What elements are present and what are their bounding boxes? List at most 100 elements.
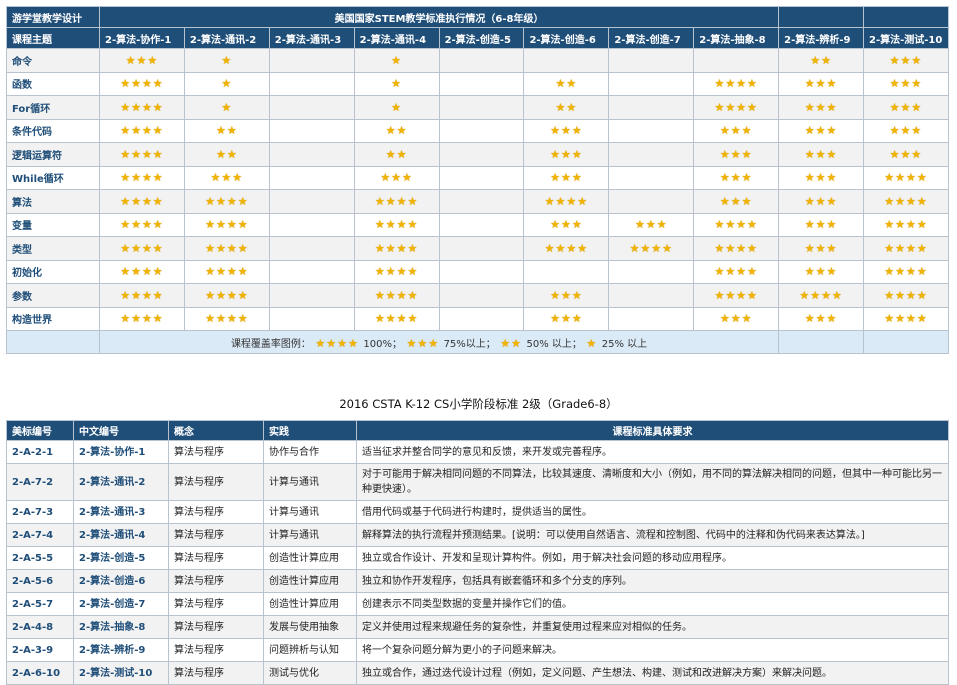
star-rating-icon: ★★★ xyxy=(550,218,583,232)
star-rating-icon: ★★★ xyxy=(804,218,838,232)
coverage-cell: ★★ xyxy=(353,142,440,167)
coverage-cell: ★★★★ xyxy=(523,236,610,261)
standards-column-header: 概念 xyxy=(168,420,264,441)
column-header: 2-算法-抽象-8 xyxy=(693,27,780,49)
star-rating-icon: ★★★ xyxy=(804,147,838,161)
coverage-cell: ★★★ xyxy=(778,212,865,237)
coverage-cell: ★★★ xyxy=(183,165,270,190)
coverage-cell: ★★★ xyxy=(523,142,610,167)
coverage-cell xyxy=(268,118,355,143)
coverage-cell: ★★★ xyxy=(99,48,185,73)
coverage-cell: ★★★ xyxy=(778,71,865,96)
star-rating-icon: ★★★★ xyxy=(374,288,419,302)
star-rating-icon: ★ xyxy=(391,53,403,67)
standard-practice: 创造性计算应用 xyxy=(263,592,357,616)
topic-row: 函数 ★★★★ ★ ★ ★★ ★★★★ ★★★ ★★★ xyxy=(6,71,949,96)
standards-column-header: 美标编号 xyxy=(6,420,74,441)
coverage-cell: ★★★★ xyxy=(353,306,440,331)
coverage-cell: ★★★★ xyxy=(523,189,610,214)
star-rating-icon: ★★★ xyxy=(550,124,583,138)
coverage-cell: ★★★★ xyxy=(183,236,270,261)
standard-row: 2-A-5-6 2-算法-创造-6 算法与程序 创造性计算应用 独立和协作开发程序，包括… xyxy=(6,569,949,593)
standard-id: 2-A-5-7 xyxy=(6,592,74,616)
standard-concept: 算法与程序 xyxy=(168,615,264,639)
coverage-cell: ★★★★ xyxy=(99,165,185,190)
coverage-cell: ★★ xyxy=(523,71,610,96)
topic-row: 初始化 ★★★★ ★★★★ ★★★★ ★★★★ ★★★ ★★★★ xyxy=(6,259,949,284)
star-rating-icon: ★★★★ xyxy=(884,218,928,232)
star-rating-icon: ★★ xyxy=(385,147,408,161)
coverage-cell: ★★★★ xyxy=(99,142,185,167)
corner-label: 游学堂教学设计 xyxy=(6,6,100,28)
standard-id: 2-A-2-1 xyxy=(6,440,74,464)
topic-row: 算法 ★★★★ ★★★★ ★★★★ ★★★★ ★★★ ★★★ ★★★★ xyxy=(6,189,949,214)
legend-star-icon: ★★★ xyxy=(401,336,444,350)
standard-requirement: 借用代码或基于代码进行构建时，提供适当的属性。 xyxy=(356,500,949,524)
coverage-cell xyxy=(268,259,355,284)
standard-cn-id: 2-算法-创造-5 xyxy=(73,546,169,570)
star-rating-icon: ★★★ xyxy=(550,288,583,302)
topic-label: 构造世界 xyxy=(6,306,100,331)
standard-practice: 发展与使用抽象 xyxy=(263,615,357,639)
star-rating-icon: ★★★ xyxy=(804,265,838,279)
standard-practice: 测试与优化 xyxy=(263,661,357,685)
coverage-cell: ★★★★ xyxy=(99,189,185,214)
coverage-cell xyxy=(608,189,695,214)
coverage-cell: ★★★★ xyxy=(353,189,440,214)
standard-row: 2-A-7-2 2-算法-通讯-2 算法与程序 计算与通讯 对于可能用于解决相同问题的不… xyxy=(6,463,949,501)
coverage-cell: ★★★ xyxy=(778,259,865,284)
star-rating-icon: ★★★★ xyxy=(120,77,164,91)
coverage-cell xyxy=(608,142,695,167)
topic-label: 初始化 xyxy=(6,259,100,284)
coverage-cell: ★★★ xyxy=(523,283,610,308)
coverage-cell xyxy=(438,71,525,96)
coverage-cell xyxy=(438,118,525,143)
coverage-cell: ★★ xyxy=(778,48,865,73)
star-rating-icon: ★★★ xyxy=(210,171,244,185)
standard-concept: 算法与程序 xyxy=(168,546,264,570)
star-rating-icon: ★★★★ xyxy=(374,194,419,208)
legend-prefix: 课程覆盖率图例： xyxy=(230,338,311,350)
star-rating-icon: ★★★★ xyxy=(629,241,674,255)
coverage-cell xyxy=(268,236,355,261)
topic-label: 逻辑运算符 xyxy=(6,142,100,167)
coverage-cell: ★★★★ xyxy=(99,283,185,308)
star-rating-icon: ★★★★ xyxy=(120,171,164,185)
star-rating-icon: ★★★★ xyxy=(205,312,249,326)
topic-row: 参数 ★★★★ ★★★★ ★★★★ ★★★ ★★★★ ★★★★ ★★★★ xyxy=(6,283,949,308)
coverage-cell xyxy=(268,306,355,331)
standard-row: 2-A-3-9 2-算法-辨析-9 算法与程序 问题辨析与认知 将一个复杂问题分解为更小… xyxy=(6,638,949,662)
standard-practice: 协作与合作 xyxy=(263,440,357,464)
standard-requirement: 适当征求并整合同学的意见和反馈，来开发或完善程序。 xyxy=(356,440,949,464)
standard-practice: 问题辨析与认知 xyxy=(263,638,357,662)
standard-cn-id: 2-算法-测试-10 xyxy=(73,661,169,685)
coverage-cell xyxy=(438,236,525,261)
topic-row: 变量 ★★★★ ★★★★ ★★★★ ★★★ ★★★ ★★★★ ★★★ ★★★★ xyxy=(6,212,949,237)
standard-requirement: 独立或合作设计、开发和呈现计算构件。例如，用于解决社会问题的移动应用程序。 xyxy=(356,546,949,570)
coverage-cell xyxy=(523,259,610,284)
star-rating-icon: ★★★★ xyxy=(714,241,758,255)
coverage-cell: ★★★ xyxy=(778,236,865,261)
coverage-cell xyxy=(438,189,525,214)
standards-header-row: 美标编号 中文编号 概念 实践 课程标准具体要求 xyxy=(6,420,949,441)
star-rating-icon: ★★★ xyxy=(804,241,838,255)
topic-label: 命令 xyxy=(6,48,100,73)
star-rating-icon: ★★★★ xyxy=(544,194,589,208)
legend-blank xyxy=(863,330,949,354)
star-rating-icon: ★★★ xyxy=(889,100,923,114)
standard-requirement: 将一个复杂问题分解为更小的子问题来解决。 xyxy=(356,638,949,662)
standard-cn-id: 2-算法-通讯-2 xyxy=(73,463,169,501)
standard-requirement: 独立或合作，通过迭代设计过程（例如，定义问题、产生想法、构建、测试和改进解决方案… xyxy=(356,661,949,685)
coverage-cell: ★★★★ xyxy=(183,212,270,237)
coverage-cell: ★★★★ xyxy=(863,283,949,308)
coverage-cell: ★ xyxy=(353,48,440,73)
coverage-cell xyxy=(608,71,695,96)
coverage-cell: ★★★ xyxy=(863,118,949,143)
coverage-cell: ★★★ xyxy=(693,165,780,190)
coverage-cell: ★★★★ xyxy=(99,306,185,331)
coverage-cell: ★★★ xyxy=(778,95,865,120)
coverage-cell: ★★★ xyxy=(353,165,440,190)
coverage-cell: ★★★ xyxy=(693,306,780,331)
topic-row: 条件代码 ★★★★ ★★ ★★ ★★★ ★★★ ★★★ ★★★ xyxy=(6,118,949,143)
star-rating-icon: ★★★★ xyxy=(120,241,164,255)
